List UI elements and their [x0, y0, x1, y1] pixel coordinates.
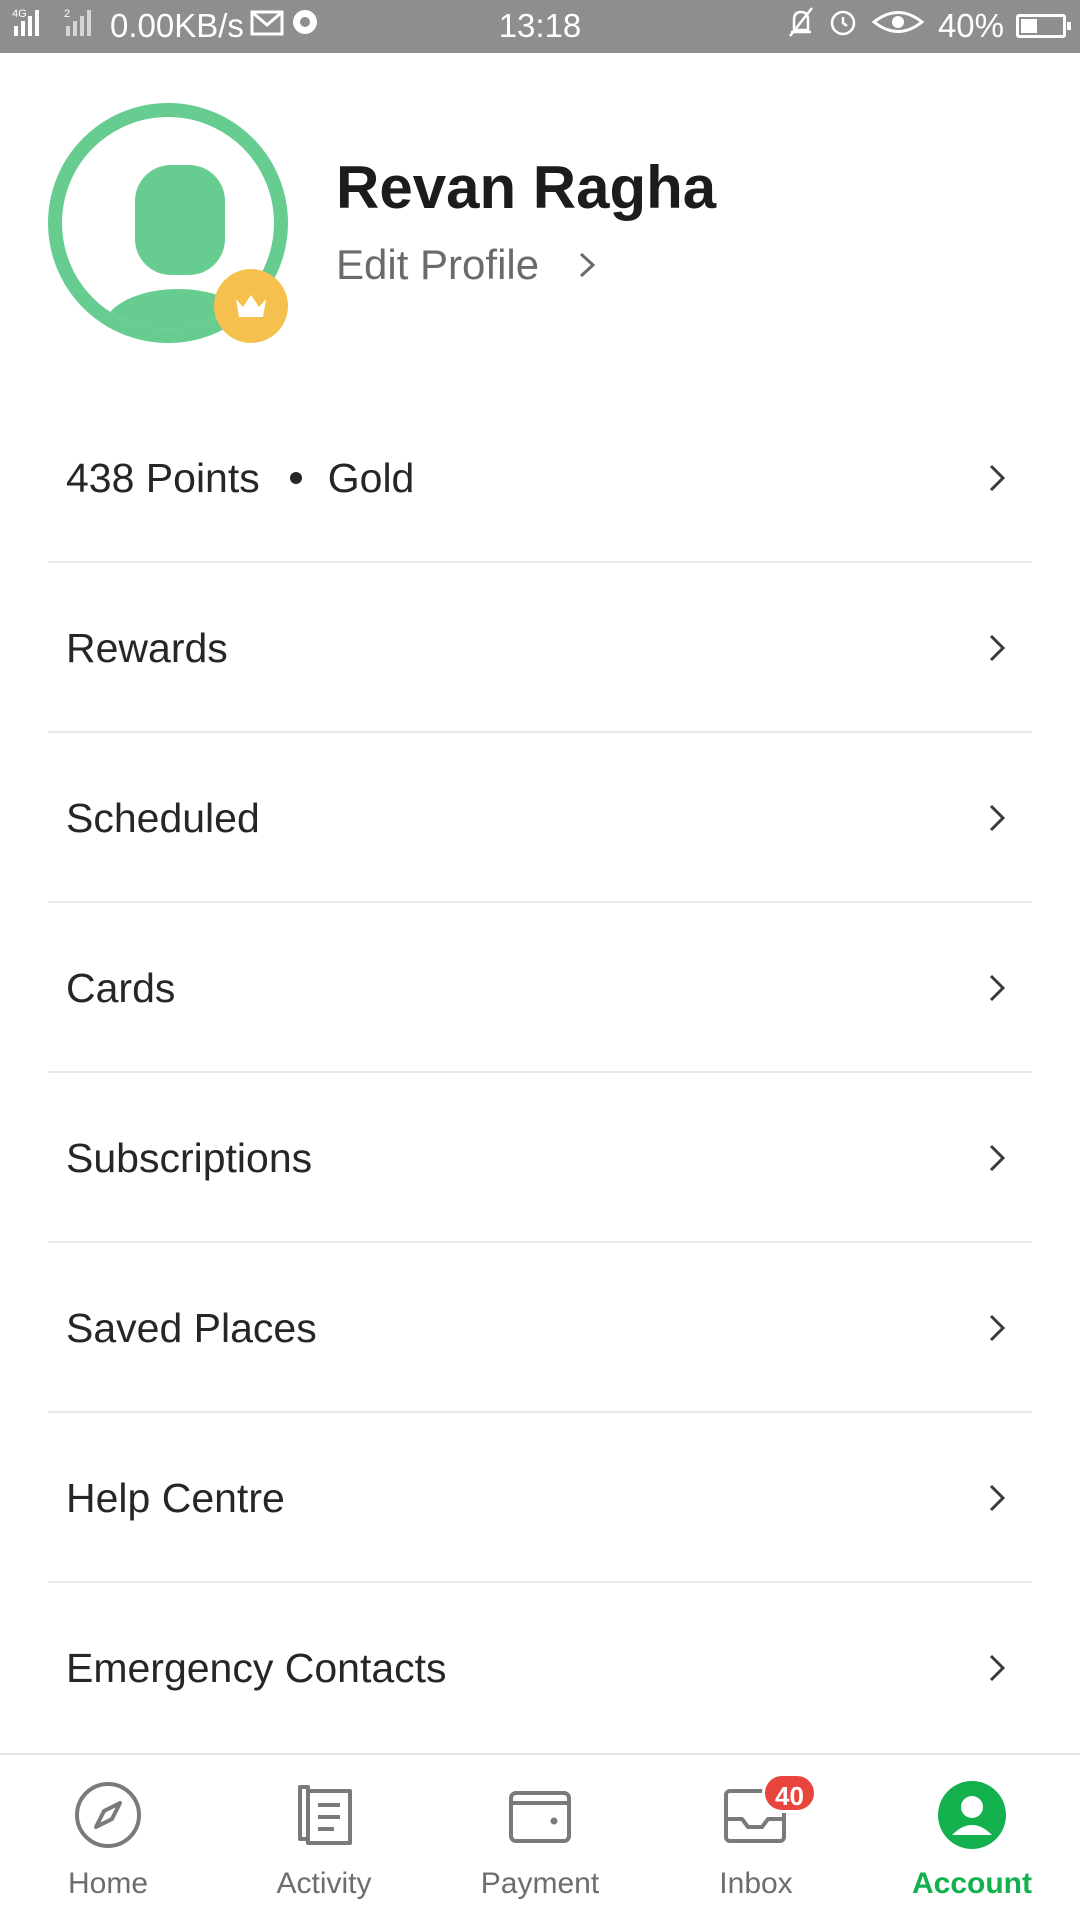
chevron-right-icon — [989, 1654, 1006, 1682]
crown-icon — [236, 295, 266, 317]
nav-inbox[interactable]: Inbox — [648, 1755, 864, 1922]
chevron-right-icon — [989, 634, 1006, 662]
menu-item-label: Emergency Contacts — [66, 1645, 447, 1691]
crown-badge — [214, 269, 288, 343]
chevron-right-icon — [989, 974, 1006, 1002]
battery-icon — [1016, 14, 1071, 38]
points-value: 438 Points — [66, 455, 260, 501]
nav-payment[interactable]: Payment — [432, 1755, 648, 1922]
nav-home[interactable]: Home — [0, 1755, 216, 1922]
menu-item-label: Scheduled — [66, 795, 260, 841]
wallet-icon — [509, 1791, 571, 1843]
nav-label: Payment — [480, 1867, 600, 1900]
menu-item-label: Saved Places — [66, 1305, 317, 1351]
nav-account[interactable]: Account — [864, 1755, 1080, 1922]
menu-item-label: Help Centre — [66, 1475, 285, 1521]
menu-item-points[interactable]: 438 Points Gold — [0, 393, 1080, 563]
chevron-right-icon — [989, 1314, 1006, 1342]
tier-value: Gold — [327, 455, 415, 501]
chevron-right-icon — [989, 1144, 1006, 1172]
menu-item-help-centre[interactable]: Help Centre — [0, 1413, 1080, 1583]
points-tier-label: 438 Points Gold — [66, 393, 414, 563]
chevron-right-icon — [989, 464, 1006, 492]
bell-muted-icon — [786, 6, 816, 46]
menu-item-emergency-contacts[interactable]: Emergency Contacts — [0, 1583, 1080, 1753]
menu-item-saved-places[interactable]: Saved Places — [0, 1243, 1080, 1413]
nav-label: Inbox — [719, 1867, 793, 1900]
menu-item-label: Cards — [66, 965, 176, 1011]
nav-activity[interactable]: Activity — [216, 1755, 432, 1922]
chevron-right-icon — [989, 804, 1006, 832]
edit-profile-link[interactable]: Edit Profile — [336, 241, 599, 289]
account-icon — [938, 1781, 1006, 1849]
edit-profile-label: Edit Profile — [336, 241, 540, 288]
profile-name: Revan Ragha — [336, 154, 717, 221]
nav-label: Activity — [276, 1867, 372, 1900]
status-bar: 4G 2 0.00KB/s 13:18 40% — [0, 0, 1080, 53]
nav-label: Home — [67, 1867, 149, 1900]
bullet-separator — [289, 472, 302, 485]
menu-item-rewards[interactable]: Rewards — [0, 563, 1080, 733]
bottom-nav: Home Activity Payment Inbox 40 Account — [0, 1753, 1080, 1922]
receipt-icon — [298, 1785, 352, 1845]
compass-icon — [75, 1782, 141, 1848]
menu-item-label: Subscriptions — [66, 1135, 313, 1181]
chevron-right-icon — [580, 252, 596, 278]
avatar[interactable] — [48, 103, 288, 343]
account-menu: 438 Points Gold Rewards Scheduled Cards S… — [0, 393, 1080, 1753]
eye-icon — [870, 7, 926, 45]
status-right: 40% — [786, 6, 1071, 46]
profile-header: Revan Ragha Edit Profile — [0, 53, 1080, 393]
alarm-icon — [828, 7, 858, 45]
chevron-right-icon — [989, 1484, 1006, 1512]
nav-label: Account — [912, 1867, 1032, 1900]
menu-item-subscriptions[interactable]: Subscriptions — [0, 1073, 1080, 1243]
battery-percent: 40% — [937, 7, 1004, 44]
inbox-unread-badge: 40 — [762, 1773, 817, 1813]
menu-item-scheduled[interactable]: Scheduled — [0, 733, 1080, 903]
menu-item-cards[interactable]: Cards — [0, 903, 1080, 1073]
menu-item-label: Rewards — [66, 625, 228, 671]
